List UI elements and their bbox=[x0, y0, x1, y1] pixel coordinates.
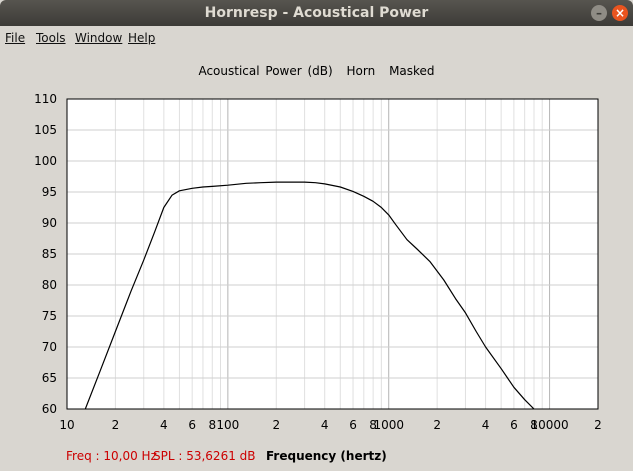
y-tick-label: 70 bbox=[42, 340, 57, 354]
y-tick-label: 85 bbox=[42, 247, 57, 261]
y-tick-label: 75 bbox=[42, 309, 57, 323]
x-tick-label: 6 bbox=[188, 418, 196, 432]
x-tick-label: 4 bbox=[321, 418, 329, 432]
x-tick-label: 8 bbox=[208, 418, 216, 432]
x-tick-label: 1000 bbox=[373, 418, 404, 432]
x-tick-label: 2 bbox=[433, 418, 441, 432]
y-tick-label: 100 bbox=[34, 154, 57, 168]
y-tick-label: 95 bbox=[42, 185, 57, 199]
x-tick-label: 4 bbox=[482, 418, 490, 432]
x-tick-label: 6 bbox=[510, 418, 518, 432]
y-tick-label: 90 bbox=[42, 216, 57, 230]
y-tick-label: 110 bbox=[34, 92, 57, 106]
plot-area[interactable]: 606570758085909510010511010 2 4 6 8 100 2 4 6 810… bbox=[0, 0, 633, 471]
x-tick-label: 10 bbox=[59, 418, 74, 432]
x-tick-label: 10000 bbox=[530, 418, 568, 432]
y-tick-label: 80 bbox=[42, 278, 57, 292]
x-tick-label: 100 bbox=[216, 418, 239, 432]
x-tick-label: 4 bbox=[160, 418, 168, 432]
x-tick-label: 6 bbox=[349, 418, 357, 432]
status-frequency: Freq : 10,00 Hz bbox=[66, 449, 157, 463]
y-tick-label: 105 bbox=[34, 123, 57, 137]
y-tick-label: 60 bbox=[42, 402, 57, 416]
status-spl: SPL : 53,6261 dB bbox=[153, 449, 256, 463]
x-tick-label: 2 bbox=[594, 418, 602, 432]
x-tick-label: 2 bbox=[112, 418, 120, 432]
x-axis-label: Frequency (hertz) bbox=[266, 449, 387, 463]
x-tick-label: 2 bbox=[272, 418, 280, 432]
y-tick-label: 65 bbox=[42, 371, 57, 385]
